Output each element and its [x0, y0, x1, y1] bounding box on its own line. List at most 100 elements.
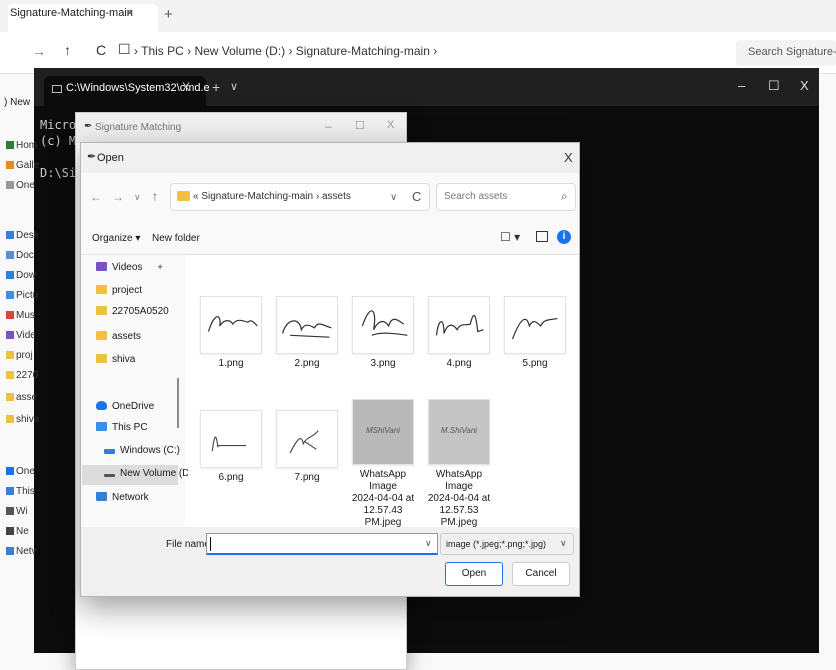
sidebar-item[interactable]: Dow	[6, 270, 40, 281]
file-name[interactable]: 1.png	[193, 358, 269, 370]
sidebar-item[interactable]: Pictu	[6, 290, 40, 301]
nav-item-22705a0520[interactable]: 22705A0520	[96, 306, 180, 317]
sidebar-item[interactable]: Mus	[6, 310, 40, 321]
sidebar-item[interactable]: shiva	[6, 414, 40, 425]
up-arrow-icon[interactable]: ↑	[64, 42, 71, 58]
pin-icon: ✦	[156, 262, 164, 272]
videos-icon	[96, 262, 107, 271]
close-button[interactable]: X	[800, 78, 809, 93]
sidebar-item-label: Hom	[16, 140, 38, 151]
nav-item-project[interactable]: project	[96, 285, 180, 296]
sidebar-item[interactable]: One	[6, 180, 40, 191]
file-name[interactable]: 5.png	[497, 358, 573, 370]
file-name[interactable]: WhatsApp Image 2024-04-04 at 12.57.53 PM.j…	[421, 469, 497, 529]
nav-item-onedrive[interactable]: OneDrive	[96, 401, 180, 412]
view-options-button[interactable]: ☐ ▾	[500, 230, 520, 244]
new-folder-button[interactable]: New folder	[152, 233, 200, 244]
close-icon[interactable]: ×	[126, 5, 134, 20]
chevron-down-icon[interactable]: ∨	[560, 538, 567, 549]
folder-icon	[96, 306, 107, 315]
new-tab-button[interactable]: +	[164, 6, 173, 23]
sidebar-item[interactable]: 2270	[6, 370, 40, 381]
open-button[interactable]: Open	[445, 562, 503, 586]
file-name[interactable]: 2.png	[269, 358, 345, 370]
forward-icon[interactable]: →	[112, 190, 124, 204]
sidebar-item-icon	[6, 271, 14, 279]
sidebar-item[interactable]: proj	[6, 350, 40, 361]
sidebar-item[interactable]: Hom	[6, 140, 40, 151]
sidebar-item[interactable]: Wi	[6, 506, 40, 517]
explorer-tab-title[interactable]: Signature-Matching-main	[10, 7, 133, 19]
chevron-down-icon[interactable]: ∨	[134, 192, 141, 203]
sidebar-item[interactable]: asse	[6, 392, 40, 403]
file-thumbnail[interactable]	[200, 296, 262, 354]
file-thumbnail[interactable]	[352, 296, 414, 354]
sidebar-item-label: proj	[16, 350, 33, 361]
sidebar-item[interactable]: Desk	[6, 230, 40, 241]
file-name-line: 2024-04-04 at	[427, 493, 491, 504]
file-thumbnail[interactable]	[504, 296, 566, 354]
refresh-icon[interactable]: C	[412, 189, 421, 204]
minimize-button[interactable]: –	[325, 119, 332, 133]
file-thumbnail[interactable]	[276, 296, 338, 354]
sidebar-item-label: Pictu	[16, 290, 39, 301]
refresh-icon[interactable]: C	[96, 42, 106, 58]
nav-item-this-pc[interactable]: This PC	[96, 422, 180, 433]
nav-item-label: assets	[112, 331, 141, 342]
file-name[interactable]: 6.png	[193, 472, 269, 484]
file-thumbnail[interactable]	[428, 296, 490, 354]
file-thumbnail[interactable]: MShiVani	[352, 399, 414, 465]
file-type-value[interactable]: image (*.jpeg;*.png;*.jpg)	[446, 539, 546, 549]
back-icon[interactable]: ←	[90, 190, 102, 204]
close-button[interactable]: X	[387, 119, 394, 131]
search-icon[interactable]: ⌕	[561, 189, 568, 204]
sidebar-item-icon	[6, 181, 14, 189]
minimize-button[interactable]: –	[738, 78, 745, 93]
file-thumbnail[interactable]	[200, 410, 262, 468]
close-icon[interactable]: X	[182, 80, 190, 94]
sidebar-item-label: 2270	[16, 370, 39, 381]
sidebar-item[interactable]: One	[6, 466, 40, 477]
close-button[interactable]: X	[564, 150, 573, 165]
sidebar-item-label: This	[16, 486, 35, 497]
file-name-input[interactable]	[206, 533, 438, 555]
sidebar-item[interactable]: Doc	[6, 250, 40, 261]
new-tab-button[interactable]: +	[212, 79, 220, 95]
address-path[interactable]: « Signature-Matching-main › assets	[193, 191, 351, 202]
nav-item-assets[interactable]: assets	[96, 331, 180, 342]
forward-icon[interactable]: →	[32, 43, 46, 59]
file-name[interactable]: WhatsApp Image 2024-04-04 at 12.57.43 PM.j…	[345, 469, 421, 529]
sidebar-item[interactable]: Netv	[6, 546, 40, 557]
sidebar-item[interactable]: Ne	[6, 526, 40, 537]
nav-item-windows-c[interactable]: Windows (C:)	[104, 445, 188, 456]
maximize-button[interactable]: ☐	[768, 78, 780, 94]
file-name[interactable]: 3.png	[345, 358, 421, 370]
sidebar-item-label: Wi	[16, 506, 28, 517]
chevron-down-icon[interactable]: ∨	[425, 538, 432, 549]
nav-item-network[interactable]: Network	[96, 492, 180, 503]
maximize-button[interactable]: ☐	[355, 119, 365, 132]
up-arrow-icon[interactable]: ↑	[152, 189, 158, 203]
sidebar-item[interactable]: Vide	[6, 330, 40, 341]
file-thumbnail[interactable]	[276, 410, 338, 468]
cancel-button[interactable]: Cancel	[512, 562, 570, 586]
folder-icon	[177, 191, 190, 201]
sidebar-item-label: Mus	[16, 310, 35, 321]
sidebar-item[interactable]: Galle	[6, 160, 40, 171]
file-name[interactable]: 7.png	[269, 472, 345, 484]
chevron-down-icon[interactable]: ∨	[230, 80, 238, 93]
organize-button[interactable]: Organize ▾	[92, 233, 140, 244]
help-icon[interactable]: i	[557, 230, 571, 244]
chevron-down-icon[interactable]: ∨	[390, 192, 397, 203]
breadcrumb[interactable]: › This PC › New Volume (D:) › Signature-…	[134, 44, 437, 58]
preview-pane-button[interactable]	[536, 231, 548, 242]
sidebar-item-label: shiva	[16, 414, 40, 425]
nav-item-shiva[interactable]: shiva	[96, 354, 180, 365]
file-name[interactable]: 4.png	[421, 358, 497, 370]
drive-d-icon	[104, 474, 115, 477]
monitor-icon[interactable]: ☐	[118, 41, 131, 58]
nav-item-videos[interactable]: Videos ✦	[96, 262, 180, 273]
nav-item-new-volume-d[interactable]: New Volume (D:	[104, 468, 188, 479]
file-thumbnail[interactable]: M.ShiVani	[428, 399, 490, 465]
sidebar-item[interactable]: This	[6, 486, 40, 497]
